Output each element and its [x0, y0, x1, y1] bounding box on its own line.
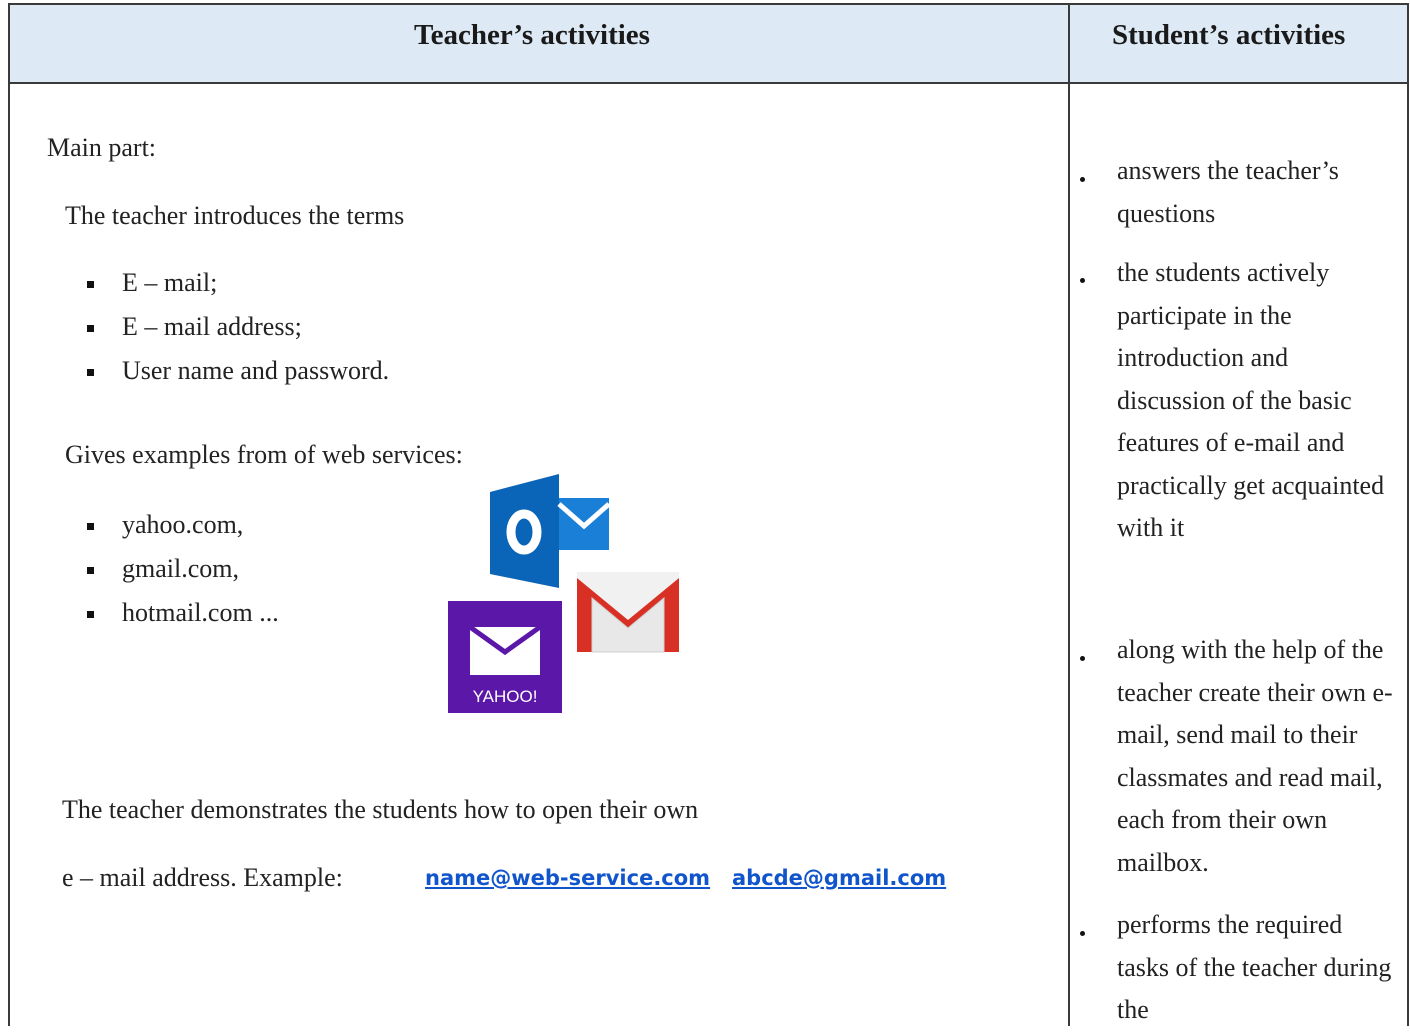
- student-activities-heading: Student’s activities: [1112, 19, 1346, 51]
- column-divider: [1068, 3, 1070, 1026]
- list-item: E – mail address;: [122, 312, 302, 341]
- bullet-square-icon: [87, 611, 94, 618]
- table-header: Teacher’s activities Student’s activitie…: [8, 3, 1409, 83]
- bullet-square-icon: [87, 369, 94, 376]
- examples-heading: Gives examples from of web services:: [65, 440, 463, 469]
- student-item: answers the teacher’s questions: [1117, 156, 1339, 228]
- bullet-square-icon: [87, 281, 94, 288]
- example-email-link-2[interactable]: abcde@gmail.com: [732, 866, 946, 890]
- demo-line-2: e – mail address. Example:: [62, 863, 343, 892]
- bullet-square-icon: [87, 325, 94, 332]
- table-right-border: [1407, 3, 1409, 1026]
- list-item: yahoo.com,: [122, 510, 244, 539]
- outlook-logo-icon: [490, 474, 611, 588]
- mail-logos-image: YAHOO!: [448, 474, 679, 713]
- list-item: User name and password.: [122, 356, 390, 385]
- bullet-dot-icon: [1080, 656, 1085, 661]
- table-left-border: [8, 3, 10, 1026]
- yahoo-logo-text: YAHOO!: [473, 687, 538, 706]
- main-part-label: Main part:: [47, 133, 157, 162]
- table-top-border: [8, 3, 1409, 5]
- student-item: performs the required tasks of the teach…: [1117, 910, 1392, 1024]
- demo-line-1: The teacher demonstrates the students ho…: [62, 795, 699, 824]
- bullet-square-icon: [87, 523, 94, 530]
- example-email-link-1[interactable]: name@web-service.com: [425, 866, 710, 890]
- intro-text: The teacher introduces the terms: [65, 201, 405, 230]
- yahoo-mail-logo-icon: YAHOO!: [448, 601, 562, 713]
- bullet-dot-icon: [1080, 931, 1085, 936]
- bullet-square-icon: [87, 567, 94, 574]
- list-item: hotmail.com ...: [122, 598, 279, 627]
- gmail-logo-icon: [577, 572, 679, 653]
- bullet-dot-icon: [1080, 278, 1085, 283]
- student-item: the students actively participate in the…: [1117, 258, 1385, 542]
- list-item: gmail.com,: [122, 554, 239, 583]
- header-divider: [8, 82, 1409, 84]
- student-item: along with the help of the teacher creat…: [1117, 635, 1393, 877]
- bullet-dot-icon: [1080, 177, 1085, 182]
- list-item: E – mail;: [122, 268, 218, 297]
- teacher-activities-heading: Teacher’s activities: [414, 19, 650, 51]
